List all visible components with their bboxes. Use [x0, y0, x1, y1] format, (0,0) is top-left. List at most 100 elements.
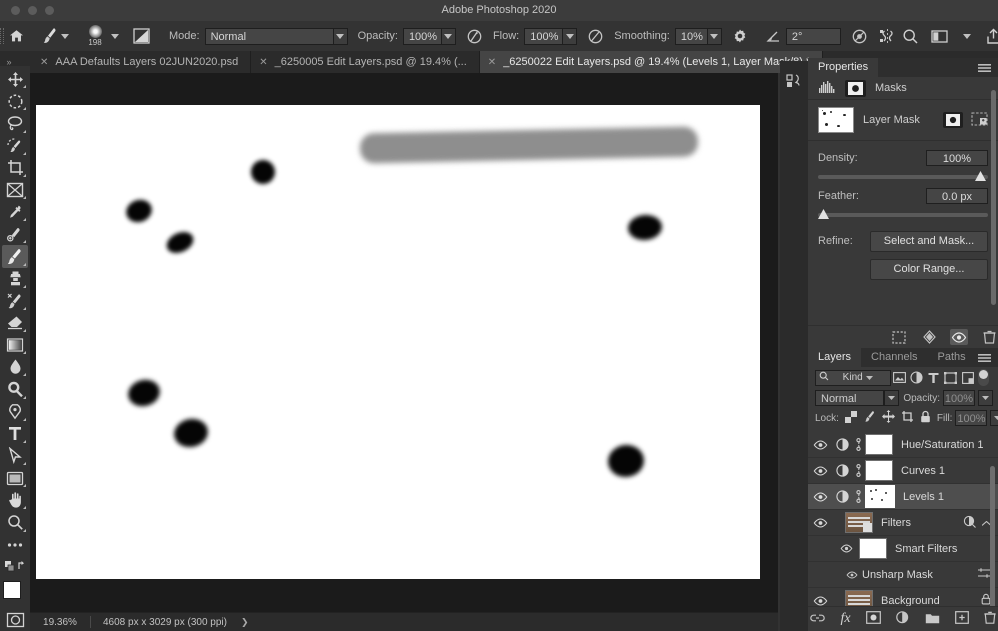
pixel-mask-icon[interactable]	[845, 80, 866, 97]
tab-paths[interactable]: Paths	[928, 348, 976, 367]
add-layer-mask-icon[interactable]	[866, 611, 881, 627]
table-row[interactable]: Unsharp Mask	[808, 562, 998, 588]
vector-mask-button-icon[interactable]	[971, 112, 988, 129]
frame-tool[interactable]	[2, 179, 28, 201]
new-layer-icon[interactable]	[955, 611, 969, 627]
home-button[interactable]	[4, 21, 29, 51]
chevron-down-icon[interactable]	[562, 28, 577, 45]
lock-image-pixels-icon[interactable]	[863, 410, 876, 426]
density-value[interactable]: 100%	[926, 150, 988, 166]
default-colors-and-swap[interactable]	[2, 556, 28, 578]
clone-stamp-tool[interactable]	[2, 268, 28, 290]
image-canvas[interactable]	[36, 105, 760, 579]
brush-tool-indicator[interactable]	[37, 21, 77, 51]
move-tool[interactable]	[2, 68, 28, 90]
properties-scrollbar[interactable]	[991, 90, 996, 305]
layer-opacity-value[interactable]: 100%	[943, 390, 975, 406]
table-row[interactable]: Smart Filters	[808, 536, 998, 562]
layer-visibility-eye-icon[interactable]	[808, 518, 833, 528]
blur-tool[interactable]	[2, 356, 28, 378]
layer-mask-link-icon[interactable]	[852, 438, 865, 451]
table-row[interactable]: Hue/Saturation 1	[808, 432, 998, 458]
filter-smart-object-icon[interactable]	[959, 369, 976, 387]
layer-style-fx-icon[interactable]: fx	[840, 611, 850, 627]
chevron-down-icon[interactable]	[990, 410, 998, 426]
feather-slider-handle[interactable]	[818, 209, 829, 219]
filter-shape-icon[interactable]	[942, 369, 959, 387]
crop-tool[interactable]	[2, 157, 28, 179]
filter-pixel-icon[interactable]	[891, 369, 908, 387]
close-icon[interactable]: ✕	[259, 57, 267, 68]
chevron-right-icon[interactable]: ❯	[227, 617, 249, 628]
smoothing-select[interactable]: 10%	[675, 28, 722, 45]
chevron-down-icon[interactable]	[884, 390, 899, 406]
edit-toolbar-button[interactable]	[2, 534, 28, 556]
load-selection-icon[interactable]	[890, 329, 908, 345]
quick-mask-button[interactable]	[2, 609, 28, 631]
brush-preset-picker[interactable]: 198	[77, 21, 127, 51]
chevron-down-icon[interactable]	[978, 390, 993, 406]
new-adjustment-layer-icon[interactable]	[896, 611, 910, 627]
layer-visibility-eye-icon[interactable]	[808, 596, 833, 606]
smart-filter-mask-thumbnail[interactable]	[859, 538, 887, 559]
history-brush-tool[interactable]	[2, 290, 28, 312]
feather-value[interactable]: 0.0 px	[926, 188, 988, 204]
filter-adjustment-icon[interactable]	[908, 369, 925, 387]
layer-mask-thumbnail[interactable]	[818, 107, 854, 133]
layer-visibility-eye-icon[interactable]	[808, 440, 833, 450]
workspace-chevron-down-icon[interactable]	[960, 27, 974, 45]
table-row[interactable]: Levels 1	[808, 484, 998, 510]
dodge-tool[interactable]	[2, 378, 28, 400]
table-row[interactable]: Curves 1	[808, 458, 998, 484]
document-tab-2-active[interactable]: ✕ _6250022 Edit Layers.psd @ 19.4% (Leve…	[480, 51, 824, 73]
lock-transparent-pixels-icon[interactable]	[845, 411, 857, 426]
document-tab-0[interactable]: ✕ AAA Defaults Layers 02JUN2020.psd	[32, 51, 251, 73]
layer-mask-thumbnail-active[interactable]	[865, 485, 895, 508]
angle-value[interactable]: 2°	[786, 28, 841, 45]
marquee-tool[interactable]	[2, 90, 28, 112]
history-actions-icon[interactable]	[780, 66, 808, 96]
tab-properties[interactable]: Properties	[808, 58, 878, 77]
tab-channels[interactable]: Channels	[861, 348, 927, 367]
flow-select[interactable]: 100%	[524, 28, 577, 45]
opacity-value[interactable]: 100%	[403, 28, 441, 45]
layer-mask-link-icon[interactable]	[852, 490, 865, 503]
density-slider[interactable]	[818, 175, 988, 179]
foreground-color-swatch[interactable]	[3, 581, 21, 599]
table-row[interactable]: Background	[808, 588, 998, 607]
share-icon[interactable]	[986, 28, 998, 45]
layer-blend-mode-select[interactable]: Normal	[815, 390, 899, 406]
healing-brush-tool[interactable]	[2, 223, 28, 245]
lock-artboard-nesting-icon[interactable]	[901, 410, 914, 426]
density-slider-handle[interactable]	[975, 171, 986, 181]
lasso-tool[interactable]	[2, 112, 28, 134]
chevron-down-icon[interactable]	[441, 28, 456, 45]
zoom-level[interactable]: 19.36%	[30, 617, 90, 628]
layer-fill-value[interactable]: 100%	[955, 410, 987, 426]
layer-mask-thumbnail[interactable]	[865, 434, 893, 455]
opacity-select[interactable]: 100%	[403, 28, 456, 45]
shape-tool[interactable]	[2, 467, 28, 489]
layer-mask-link-icon[interactable]	[852, 464, 865, 477]
filter-visibility-eye-icon[interactable]	[842, 571, 862, 579]
search-icon[interactable]	[902, 28, 919, 45]
close-icon[interactable]: ✕	[488, 57, 496, 68]
apply-mask-icon[interactable]	[920, 329, 938, 345]
color-swatches[interactable]	[2, 581, 28, 604]
chevron-down-icon[interactable]	[333, 28, 348, 45]
filter-enable-toggle[interactable]	[978, 369, 989, 386]
link-layers-icon[interactable]	[810, 613, 825, 626]
airbrush-button[interactable]	[582, 21, 609, 51]
smoothing-options-button[interactable]	[727, 21, 753, 51]
layer-thumbnail[interactable]	[845, 512, 873, 533]
toggle-mask-visibility-icon[interactable]	[950, 329, 968, 345]
eyedropper-tool[interactable]	[2, 201, 28, 223]
layer-visibility-eye-icon[interactable]	[808, 466, 833, 476]
lock-all-icon[interactable]	[920, 410, 931, 426]
document-area[interactable]	[30, 73, 778, 613]
gradient-tool[interactable]	[2, 334, 28, 356]
select-and-mask-button[interactable]: Select and Mask...	[870, 231, 988, 252]
document-tab-1[interactable]: ✕ _6250005 Edit Layers.psd @ 19.4% (...	[251, 51, 480, 73]
panel-menu-icon[interactable]	[978, 353, 991, 366]
table-row[interactable]: Filters	[808, 510, 998, 536]
